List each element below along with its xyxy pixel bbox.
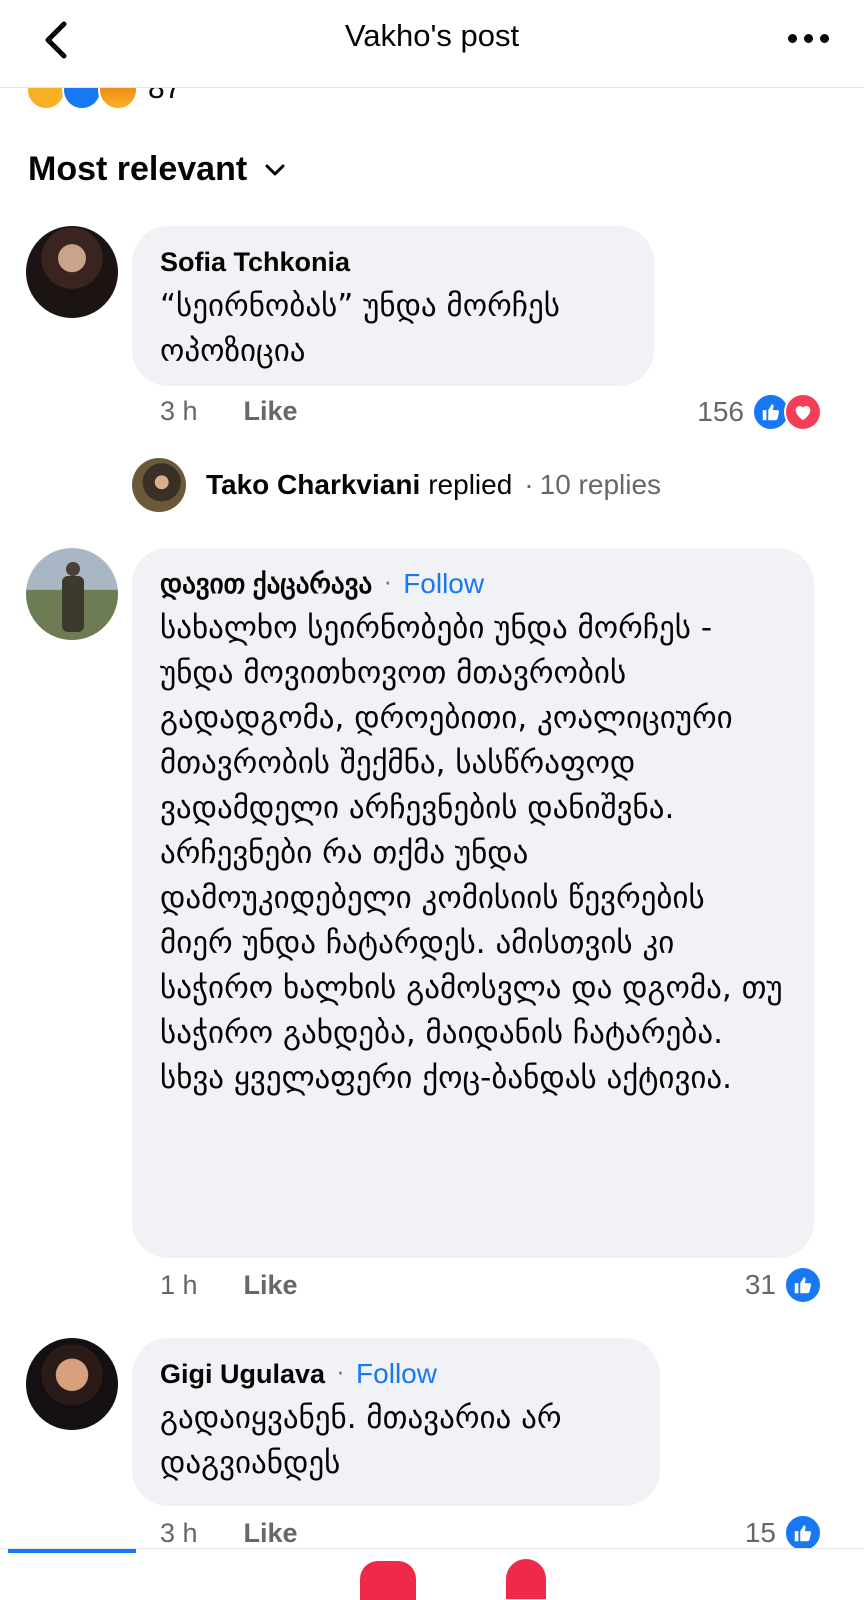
angry-reaction-icon — [98, 88, 138, 110]
avatar[interactable] — [26, 1338, 118, 1430]
comment-header: Gigi Ugulava · Follow — [160, 1356, 632, 1392]
post-reaction-count: 87 — [148, 88, 182, 105]
active-tab-indicator — [8, 1549, 136, 1553]
like-reaction-icon — [62, 88, 102, 110]
post-reactions-summary[interactable]: 87 — [26, 88, 181, 110]
comment-time[interactable]: 3 h — [160, 396, 198, 427]
comment-author[interactable]: Sofia Tchkonia — [160, 244, 626, 280]
reply-separator: · — [524, 469, 534, 500]
comment-actions: 3 h Like — [160, 396, 298, 427]
comment-text: სახალხო სეირნობები უნდა მორჩეს - უნდა მო… — [160, 610, 783, 1096]
separator-dot: · — [337, 1361, 345, 1387]
reply-verb: replied — [428, 469, 513, 500]
avatar — [132, 458, 186, 512]
comment-time[interactable]: 1 h — [160, 1270, 198, 1301]
reaction-count: 156 — [697, 396, 744, 427]
follow-button[interactable]: Follow — [403, 568, 484, 600]
reply-count: 10 replies — [539, 469, 662, 500]
like-button[interactable]: Like — [244, 1518, 298, 1549]
reaction-count: 15 — [744, 1517, 776, 1548]
comment-bubble: Gigi Ugulava · Follow გადაიყვანენ. მთავა… — [132, 1338, 660, 1506]
reaction-count: 31 — [744, 1269, 776, 1300]
page-title: Vakho's post — [344, 18, 520, 53]
like-button[interactable]: Like — [244, 396, 298, 427]
comment-reaction-summary[interactable]: 156 — [697, 393, 822, 431]
comment-text: გადაიყვანენ. მთავარია არ დაგვიანდეს — [160, 1400, 562, 1481]
love-reaction-icon — [784, 393, 822, 431]
like-reaction-icon — [784, 1266, 822, 1304]
avatar[interactable] — [26, 548, 118, 640]
chevron-down-icon — [265, 164, 285, 175]
comment-sort-dropdown[interactable]: Most relevant — [28, 150, 287, 189]
comment-header: დავით ქაცარავა · Follow — [160, 566, 786, 602]
more-horizontal-icon — [787, 33, 797, 43]
avatar[interactable] — [26, 226, 118, 318]
comment-bubble: დავით ქაცარავა · Follow სახალხო სეირნობე… — [132, 548, 814, 1258]
separator-dot: · — [384, 571, 392, 597]
comment-actions: 3 h Like — [160, 1518, 298, 1549]
view-replies-link[interactable]: Tako Charkviani replied · 10 replies — [132, 458, 661, 512]
reply-author: Tako Charkviani — [206, 469, 421, 500]
top-bar: Vakho's post — [0, 0, 864, 88]
comment-reaction-summary[interactable]: 31 — [745, 1266, 822, 1304]
follow-button[interactable]: Follow — [356, 1358, 437, 1390]
more-options-button[interactable] — [778, 18, 838, 58]
comment-bubble: Sofia Tchkonia “სეირნობას” უნდა მორჩეს ო… — [132, 226, 654, 386]
sort-label: Most relevant — [28, 150, 248, 188]
comment-text: “სეირნობას” უნდა მორჩეს ოპოზიცია — [160, 288, 560, 369]
bottom-tab-bar — [0, 1548, 864, 1600]
like-button[interactable]: Like — [244, 1270, 298, 1301]
comment-time[interactable]: 3 h — [160, 1518, 198, 1549]
like-reaction-icon — [784, 1514, 822, 1552]
comment-author[interactable]: Gigi Ugulava — [160, 1356, 325, 1392]
sad-reaction-icon — [26, 88, 66, 110]
tab-icon[interactable] — [506, 1559, 546, 1599]
comment-author[interactable]: დავით ქაცარავა — [160, 566, 372, 602]
tab-icon[interactable] — [360, 1561, 416, 1600]
comment-actions: 1 h Like — [160, 1270, 298, 1301]
comment-reaction-summary[interactable]: 15 — [745, 1514, 822, 1552]
